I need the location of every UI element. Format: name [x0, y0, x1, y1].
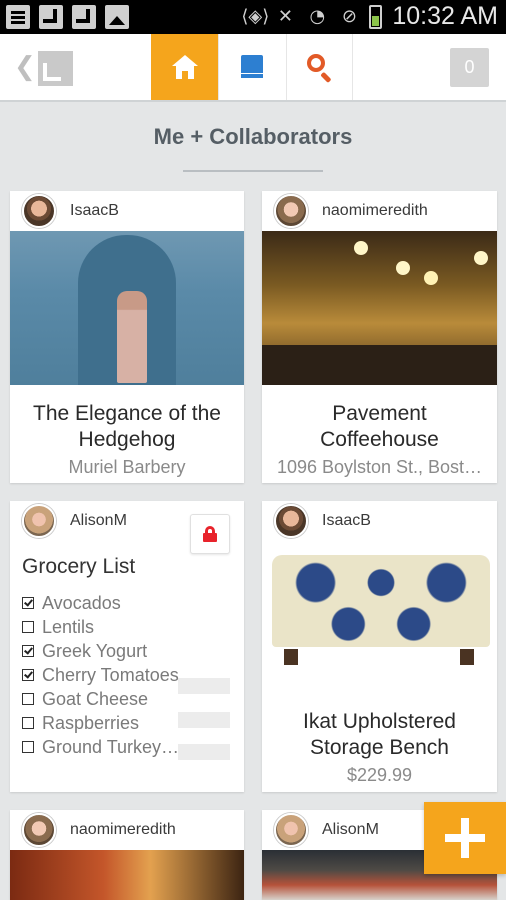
username[interactable]: IsaacB [322, 512, 371, 530]
checkbox-unchecked[interactable] [22, 741, 34, 753]
card-book[interactable]: IsaacB The Elegance of the Hedgehog Muri… [10, 191, 244, 483]
card-header: IsaacB [10, 191, 244, 231]
lock-button[interactable] [190, 514, 230, 554]
card-product[interactable]: IsaacB Ikat Upholstered Storage Bench $2… [262, 501, 497, 792]
card-image[interactable] [10, 850, 244, 900]
card-header: naomimeredith [262, 191, 497, 231]
top-toolbar: ❮ 0 [0, 34, 506, 102]
checkbox-unchecked[interactable] [22, 693, 34, 705]
lock-icon [203, 526, 217, 542]
title-divider [183, 170, 323, 172]
placeholder-bar [178, 712, 230, 728]
checkbox-unchecked[interactable] [22, 717, 34, 729]
arrow-icon [39, 5, 63, 29]
wifi-icon: ◔ [309, 5, 326, 27]
avatar[interactable] [22, 504, 56, 538]
card-subtitle: 1096 Boylston St., Bost… [276, 457, 483, 477]
system-icons: ⟨◈⟩ ✕ ◔ ⊘ 10:32 AM [241, 2, 498, 31]
list-item[interactable]: Cherry Tomatoes [22, 663, 179, 687]
arrow-icon [72, 5, 96, 29]
vibrate-icon: ⟨◈⟩ [241, 5, 270, 27]
placeholder-bar [178, 744, 230, 760]
list-item[interactable]: Goat Cheese [22, 687, 179, 711]
list-title: Grocery List [22, 555, 136, 578]
card-title: Ikat Upholstered Storage Bench [303, 710, 456, 759]
card-image[interactable] [10, 231, 244, 385]
checkbox-checked[interactable] [22, 597, 34, 609]
clock: 10:32 AM [392, 2, 498, 30]
avatar[interactable] [274, 813, 308, 847]
avatar[interactable] [22, 813, 56, 847]
battery-icon [369, 4, 383, 29]
checkbox-checked[interactable] [22, 669, 34, 681]
placeholder-bar [178, 678, 230, 694]
status-bar: ⟨◈⟩ ✕ ◔ ⊘ 10:32 AM [0, 0, 506, 34]
card-image[interactable] [262, 541, 497, 671]
card-list[interactable]: AlisonM Grocery List Avocados Lentils Gr… [10, 501, 244, 792]
document-icon [6, 5, 30, 29]
back-chevron-icon[interactable]: ❮ [14, 54, 36, 80]
card-title: Pavement Coffeehouse [320, 402, 439, 451]
card-header: IsaacB [262, 501, 497, 541]
mute-icon: ✕ [277, 5, 293, 27]
list-item[interactable]: Ground Turkey… [22, 735, 179, 759]
notification-icons [6, 5, 129, 29]
card-image[interactable] [262, 231, 497, 385]
card-subtitle: Muriel Barbery [68, 457, 186, 477]
username[interactable]: AlisonM [70, 512, 127, 530]
avatar[interactable] [274, 504, 308, 538]
app-logo-icon[interactable] [38, 51, 73, 86]
plus-icon [445, 818, 485, 858]
checklist: Avocados Lentils Greek Yogurt Cherry Tom… [22, 591, 179, 759]
username[interactable]: IsaacB [70, 202, 119, 220]
page-title: Me + Collaborators [153, 124, 353, 149]
search-icon [306, 54, 333, 84]
card-title: The Elegance of the Hedgehog [33, 402, 221, 451]
image-icon [105, 5, 129, 29]
list-item[interactable]: Greek Yogurt [22, 639, 179, 663]
list-item[interactable]: Raspberries [22, 711, 179, 735]
no-signal-icon: ⊘ [341, 5, 357, 27]
list-item[interactable]: Lentils [22, 615, 179, 639]
avatar[interactable] [22, 194, 56, 228]
username[interactable]: naomimeredith [70, 821, 176, 839]
card-partial[interactable]: naomimeredith [10, 810, 244, 900]
library-icon [241, 55, 263, 79]
tab-library[interactable] [218, 34, 285, 100]
add-button[interactable] [424, 802, 506, 874]
avatar[interactable] [274, 194, 308, 228]
card-place[interactable]: naomimeredith Pavement Coffeehouse 1096 … [262, 191, 497, 483]
list-item[interactable]: Avocados [22, 591, 179, 615]
card-header: naomimeredith [10, 810, 244, 850]
notification-count-button[interactable]: 0 [450, 48, 489, 87]
username[interactable]: AlisonM [322, 821, 379, 839]
tab-home[interactable] [151, 34, 218, 100]
card-price: $229.99 [346, 765, 413, 785]
checkbox-checked[interactable] [22, 645, 34, 657]
tab-search[interactable] [286, 34, 353, 100]
home-icon [171, 55, 198, 79]
checkbox-unchecked[interactable] [22, 621, 34, 633]
username[interactable]: naomimeredith [322, 202, 428, 220]
